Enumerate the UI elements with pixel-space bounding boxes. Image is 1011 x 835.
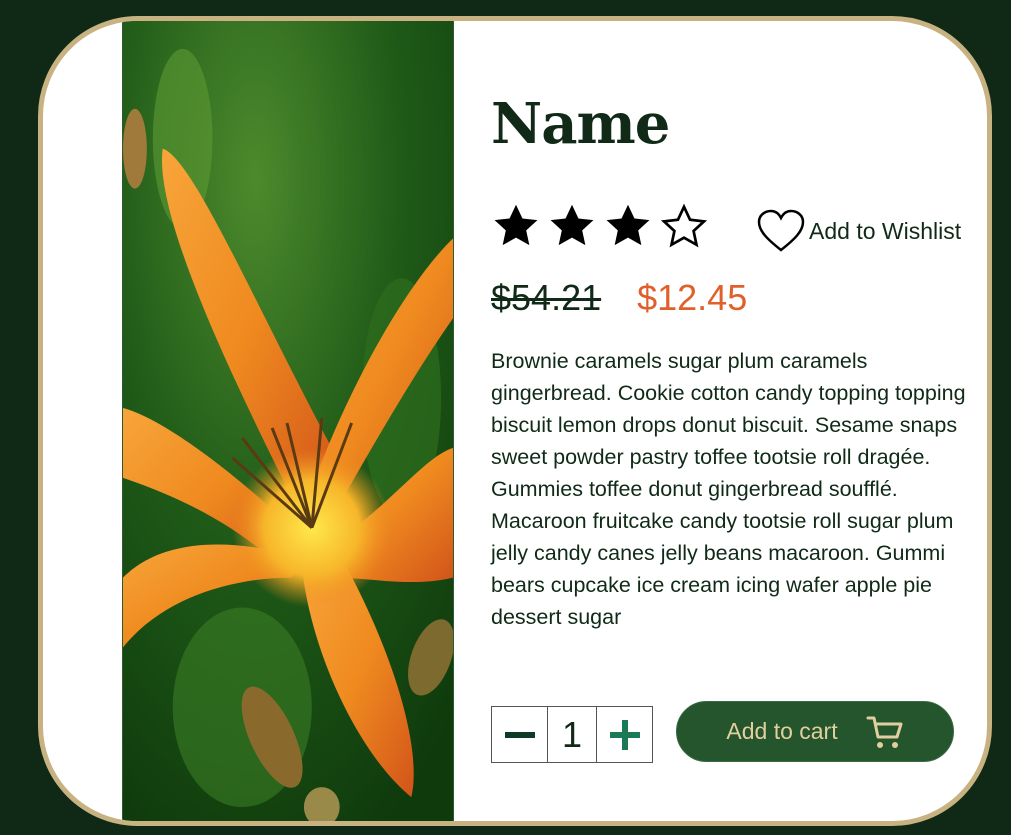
sale-price: $12.45 xyxy=(637,277,748,318)
product-description: Brownie caramels sugar plum caramels gin… xyxy=(491,349,966,629)
product-card: Name Add to Wishlist $54.21 $12.45 Brown… xyxy=(38,16,992,826)
add-to-cart-button[interactable]: Add to cart xyxy=(676,701,954,762)
wishlist-label: Add to Wishlist xyxy=(809,217,962,244)
quantity-value[interactable]: 1 xyxy=(548,707,596,762)
rating-stars[interactable] xyxy=(491,201,709,251)
decrease-quantity-button[interactable] xyxy=(492,707,548,762)
star-filled-icon[interactable] xyxy=(547,201,597,251)
lily-flower-image xyxy=(123,21,453,821)
product-info: Name Add to Wishlist $54.21 $12.45 Brown… xyxy=(491,21,986,821)
star-filled-icon[interactable] xyxy=(491,201,541,251)
plus-icon xyxy=(609,719,640,750)
star-outline-icon[interactable] xyxy=(659,201,709,251)
increase-quantity-button[interactable] xyxy=(596,707,652,762)
product-photo xyxy=(122,21,454,821)
heart-outline-icon xyxy=(757,209,805,252)
star-filled-icon[interactable] xyxy=(603,201,653,251)
price-row: $54.21 $12.45 xyxy=(491,277,747,319)
product-name: Name xyxy=(491,91,670,157)
original-price: $54.21 xyxy=(491,277,602,318)
quantity-stepper: 1 xyxy=(491,706,653,763)
shopping-cart-icon xyxy=(866,716,903,748)
minus-icon xyxy=(504,731,535,738)
add-to-cart-label: Add to cart xyxy=(726,718,838,744)
add-to-wishlist-button[interactable]: Add to Wishlist xyxy=(757,209,961,253)
